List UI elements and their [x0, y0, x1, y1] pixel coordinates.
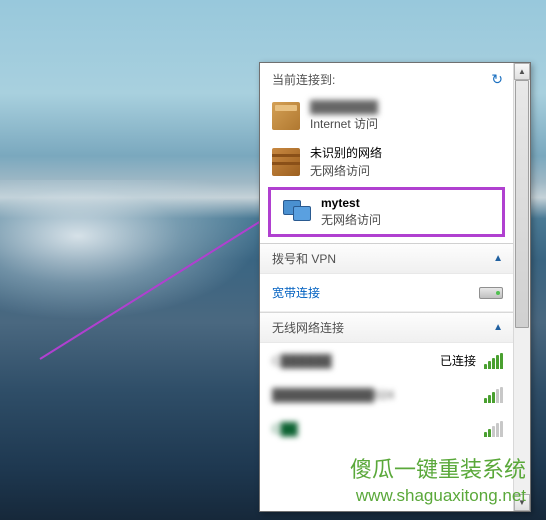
unidentified-network-item[interactable]: 未识别的网络 无网络访问: [260, 138, 513, 185]
scroll-up-button[interactable]: ▲: [514, 63, 530, 80]
bench-icon: [272, 148, 300, 176]
watermark-url: www.shaguaxitong.net: [350, 486, 526, 506]
connection-status: Internet 访问: [310, 115, 378, 132]
wifi-network-item[interactable]: C██████ 已连接: [260, 343, 513, 378]
connection-name: 未识别的网络: [310, 144, 382, 161]
wireless-section-header[interactable]: 无线网络连接 ▲: [260, 312, 513, 343]
scroll-thumb[interactable]: [515, 80, 529, 328]
connection-name: ████████: [310, 100, 378, 114]
section-title: 拨号和 VPN: [272, 250, 336, 267]
monitors-icon: [283, 198, 311, 226]
wifi-name: C██████: [272, 354, 332, 368]
signal-bars-icon: [484, 387, 503, 403]
connection-status: 无网络访问: [321, 211, 381, 228]
watermark-title: 傻瓜一键重装系统: [350, 452, 526, 484]
panel-title: 当前连接到:: [272, 71, 335, 88]
wifi-network-item[interactable]: C██: [260, 412, 513, 446]
chevron-up-icon: ▲: [493, 253, 503, 264]
connected-label: 已连接: [440, 352, 476, 369]
scroll-track[interactable]: [514, 80, 530, 494]
section-title: 无线网络连接: [272, 319, 344, 336]
connection-status: 无网络访问: [310, 162, 382, 179]
wifi-network-item[interactable]: ████████████024: [260, 378, 513, 412]
highlighted-network: mytest 无网络访问: [268, 187, 505, 237]
wifi-name: ████████████024: [272, 388, 394, 402]
signal-bars-icon: [484, 353, 503, 369]
panel-scrollbar[interactable]: ▲ ▼: [513, 63, 530, 511]
watermark: 傻瓜一键重装系统 www.shaguaxitong.net: [350, 452, 526, 506]
panel-header: 当前连接到: ↻: [260, 63, 513, 94]
broadband-label: 宽带连接: [272, 284, 320, 301]
mytest-network-item[interactable]: mytest 无网络访问: [271, 190, 502, 234]
connection-name: mytest: [321, 196, 381, 210]
modem-icon: [479, 287, 503, 299]
network-flyout-panel: 当前连接到: ↻ ████████ Internet 访问 未识别的网络 无网络…: [259, 62, 531, 512]
router-icon: [272, 102, 300, 130]
refresh-icon[interactable]: ↻: [491, 71, 503, 88]
signal-bars-icon: [484, 421, 503, 437]
chevron-up-icon: ▲: [493, 322, 503, 333]
current-connection-item[interactable]: ████████ Internet 访问: [260, 94, 513, 138]
broadband-connection-item[interactable]: 宽带连接: [260, 274, 513, 312]
wifi-name: C██: [272, 422, 298, 436]
wallpaper-beach: [0, 180, 260, 320]
dialup-vpn-section-header[interactable]: 拨号和 VPN ▲: [260, 243, 513, 274]
